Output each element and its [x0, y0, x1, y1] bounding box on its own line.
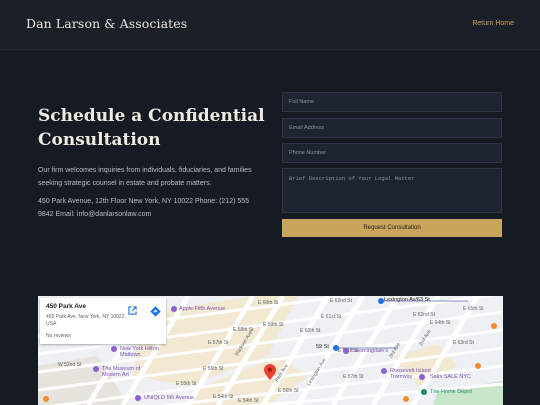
- directions-button[interactable]: [150, 306, 164, 320]
- place-address: 450 Park Ave, New York, NY 10022, USA: [46, 314, 126, 327]
- place-title: 450 Park Ave: [46, 303, 86, 310]
- page-title: Schedule a Confidential Consultation: [38, 106, 265, 150]
- place-info-card: 450 Park Ave 450 Park Ave, New York, NY …: [40, 298, 166, 344]
- directions-icon: [150, 306, 161, 317]
- intro-text: Our firm welcomes inquiries from individ…: [38, 167, 252, 187]
- request-consultation-button[interactable]: Request Consultation: [282, 219, 502, 237]
- place-reviews[interactable]: No reviews: [46, 333, 71, 339]
- location-pin-icon[interactable]: [264, 364, 276, 380]
- matter-description-field[interactable]: [282, 168, 502, 213]
- site-header: Dan Larson & Associates Return Home: [0, 0, 540, 50]
- open-in-maps-button[interactable]: [128, 306, 142, 320]
- full-name-field[interactable]: [282, 92, 502, 112]
- contact-details: 450 Park Avenue, 12th Floor New York, NY…: [38, 198, 250, 218]
- phone-field[interactable]: [282, 143, 502, 163]
- firm-brand[interactable]: Dan Larson & Associates: [26, 16, 187, 31]
- return-home-link[interactable]: Return Home: [472, 20, 514, 27]
- open-external-icon: [128, 306, 137, 315]
- email-field[interactable]: [282, 118, 502, 138]
- location-map[interactable]: E 60th St E 62nd St E 61st St E 60th St …: [38, 296, 503, 405]
